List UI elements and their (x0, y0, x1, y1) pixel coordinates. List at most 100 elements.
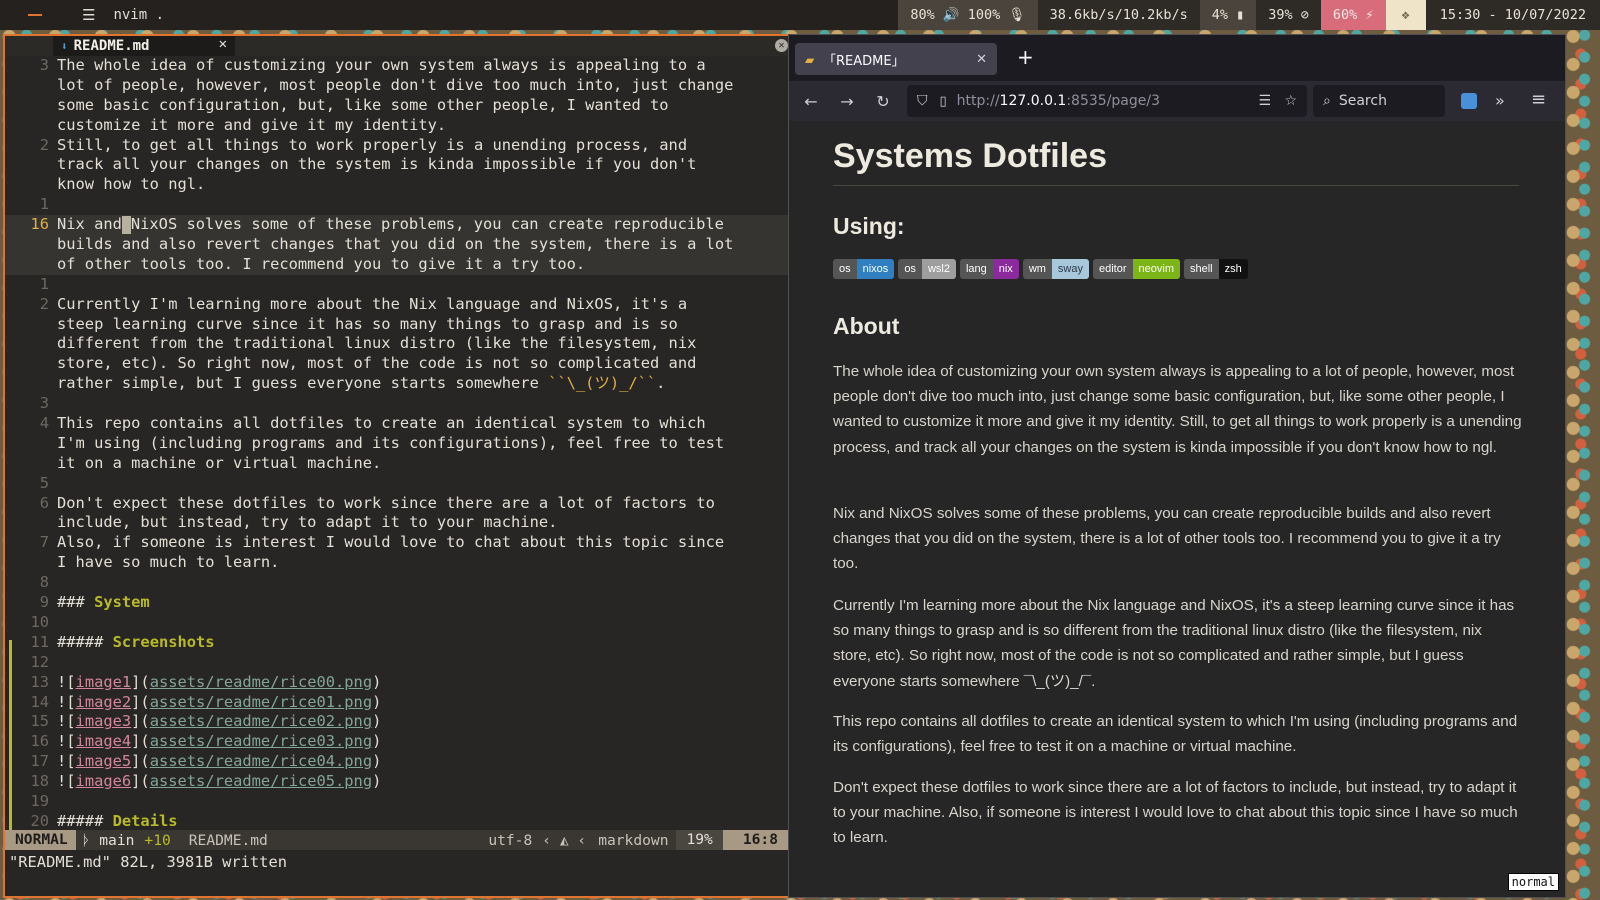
battery-module: 60% ⚡ (1320, 0, 1386, 30)
editor-line[interactable]: 4 This repo contains all dotfiles to crea… (5, 414, 798, 434)
menu-icon[interactable]: ☰ (82, 6, 95, 24)
editor-line[interactable]: 3 The whole idea of customizing your own … (5, 56, 798, 76)
forward-icon[interactable]: → (829, 92, 865, 111)
line-number: 7 (39, 533, 49, 552)
back-icon[interactable]: ← (793, 92, 829, 111)
editor-line[interactable]: 14 ![image2](assets/readme/rice01.png) (5, 693, 798, 713)
editor-line[interactable]: rather simple, but I guess everyone star… (5, 374, 798, 394)
editor-line[interactable]: 6 Don't expect these dotfiles to work sin… (5, 494, 798, 514)
page-content: Systems Dotfiles Using: os nixos os wsl2 lan… (789, 121, 1565, 897)
editor-line[interactable]: 15 ![image3](assets/readme/rice02.png) (5, 712, 798, 732)
editor-line[interactable]: 2 Still, to get all things to work proper… (5, 136, 798, 156)
mode-indicator: NORMAL (5, 830, 76, 850)
editor-line[interactable]: some basic configuration, but, like some… (5, 96, 798, 116)
line-text: Currently I'm learning more about the Ni… (57, 294, 688, 313)
line-text: ![image6](assets/readme/rice05.png) (57, 772, 382, 791)
editor-line[interactable]: builds and also revert changes that you … (5, 235, 798, 255)
search-field[interactable]: ⌕ Search (1313, 85, 1445, 117)
editor-line[interactable]: 20 ##### Details (5, 812, 798, 832)
editor-line[interactable]: 11 ##### Screenshots (5, 633, 798, 653)
dropbox-icon[interactable]: ❖ (1385, 0, 1426, 30)
overflow-menu-icon[interactable]: » (1495, 91, 1505, 110)
command-line[interactable]: "README.md" 82L, 3981B written (9, 852, 287, 872)
editor-line[interactable]: 12 (5, 653, 798, 673)
close-icon[interactable]: ✕ (219, 36, 227, 52)
bookmark-star-icon[interactable]: ☆ (1284, 93, 1297, 109)
neovim-window[interactable]: ⬇ README.md ✕ ✕ 3 The whole idea of custo… (3, 34, 800, 898)
editor-line[interactable]: 13 ![image1](assets/readme/rice00.png) (5, 673, 798, 693)
line-number: 3 (39, 56, 49, 74)
page-icon: ▯ (939, 93, 947, 109)
line-number: 2 (39, 135, 49, 154)
new-tab-button[interactable]: + (1017, 47, 1034, 67)
editor-line[interactable]: 9 ### System (5, 593, 798, 613)
editor-line[interactable]: 10 (5, 613, 798, 633)
editor-line[interactable]: customize it more and give it my identit… (5, 116, 798, 136)
editor-line[interactable]: 1 (5, 275, 798, 295)
line-text: Nix and NixOS solves some of these proble… (57, 215, 724, 234)
line-text: I have so much to learn. (57, 553, 280, 572)
editor-line[interactable]: 5 (5, 474, 798, 494)
close-all-icon[interactable]: ✕ (775, 39, 788, 52)
editor-line[interactable]: 19 (5, 792, 798, 812)
editor-line[interactable]: 17 ![image5](assets/readme/rice04.png) (5, 752, 798, 772)
line-number: 6 (39, 493, 49, 512)
hamburger-menu-icon[interactable]: ≡ (1531, 89, 1546, 110)
close-tab-icon[interactable]: ✕ (976, 52, 987, 67)
statusline: NORMAL ᚦ main +10 README.md utf-8 ‹ ◭ ‹ … (5, 830, 798, 850)
editor-line[interactable]: track all your changes on the system is … (5, 155, 798, 175)
text-cursor (121, 215, 131, 234)
line-number: 20 (30, 811, 49, 830)
reload-icon[interactable]: ↻ (865, 92, 901, 111)
line-number: 14 (30, 692, 49, 711)
extension-icon[interactable] (1461, 93, 1477, 109)
editor-line[interactable]: 16 Nix and NixOS solves some of these prob… (5, 215, 798, 236)
line-text: Don't expect these dotfiles to work sinc… (57, 493, 715, 512)
browser-window[interactable]: ▰ 「README」 ✕ + ← → ↻ ⛉ ▯ http://127.0.0.… (788, 34, 1566, 898)
line-text: builds and also revert changes that you … (57, 235, 734, 254)
line-text: ### System (57, 593, 150, 612)
editor-buffer[interactable]: 3 The whole idea of customizing your own … (5, 56, 798, 832)
editor-line[interactable]: different from the traditional linux dis… (5, 334, 798, 354)
status-position: 16:8 (722, 830, 798, 850)
editor-line[interactable]: 2 Currently I'm learning more about the N… (5, 295, 798, 315)
line-text: track all your changes on the system is … (57, 155, 697, 174)
browser-tab-title: 「README」 (823, 53, 905, 69)
editor-line[interactable]: I have so much to learn. (5, 553, 798, 573)
editor-line[interactable]: 1 (5, 195, 798, 215)
editor-line[interactable]: of other tools too. I recommend you to g… (5, 254, 798, 275)
buffer-tab[interactable]: ⬇ README.md ✕ (53, 36, 235, 56)
editor-line[interactable]: include, but instead, try to adapt it to… (5, 513, 798, 533)
editor-line[interactable]: 7 Also, if someone is interest I would lo… (5, 533, 798, 553)
editor-line[interactable]: 18 ![image6](assets/readme/rice05.png) (5, 772, 798, 792)
editor-line[interactable]: 16 ![image4](assets/readme/rice03.png) (5, 732, 798, 752)
editor-line[interactable]: steep learning curve since it has so man… (5, 315, 798, 335)
line-text: ![image2](assets/readme/rice01.png) (57, 692, 382, 711)
paragraph: Don't expect these dotfiles to work sinc… (833, 779, 1518, 847)
line-text: include, but instead, try to adapt it to… (57, 513, 558, 532)
editor-line[interactable]: 3 (5, 394, 798, 414)
editor-line[interactable]: lot of people, however, most people don'… (5, 76, 798, 96)
editor-line[interactable]: know how to ngl. (5, 175, 798, 195)
line-text: different from the traditional linux dis… (57, 334, 697, 353)
editor-line[interactable]: it on a machine or virtual machine. (5, 454, 798, 474)
linux-icon: ‹ ◭ ‹ (542, 831, 587, 849)
shield-icon[interactable]: ⛉ (917, 93, 928, 109)
editor-line[interactable]: I'm using (including programs and its co… (5, 434, 798, 454)
audio-module[interactable]: 80% 🔊 100% 🎙 (898, 0, 1038, 30)
line-number: 19 (30, 791, 49, 810)
browser-tab[interactable]: ▰ 「README」 ✕ (795, 43, 997, 75)
editor-line[interactable]: store, etc). So right now, most of the c… (5, 354, 798, 374)
url-bar[interactable]: ⛉ ▯ http://127.0.0.1:8535/page/3 ☰ ☆ (907, 85, 1307, 117)
editor-line[interactable]: 8 (5, 573, 798, 593)
tabline: ⬇ README.md ✕ ✕ (5, 36, 798, 56)
line-number: 16 (30, 215, 49, 234)
reader-view-icon[interactable]: ☰ (1258, 93, 1271, 109)
line-text: The whole idea of customizing your own s… (57, 56, 706, 74)
line-number: 5 (39, 473, 49, 492)
workspace-indicator[interactable] (28, 14, 42, 16)
using-heading: Using: (833, 213, 905, 239)
badge: os nixos (833, 259, 895, 279)
title-divider (833, 185, 1519, 186)
line-text: I'm using (including programs and its co… (57, 433, 725, 452)
